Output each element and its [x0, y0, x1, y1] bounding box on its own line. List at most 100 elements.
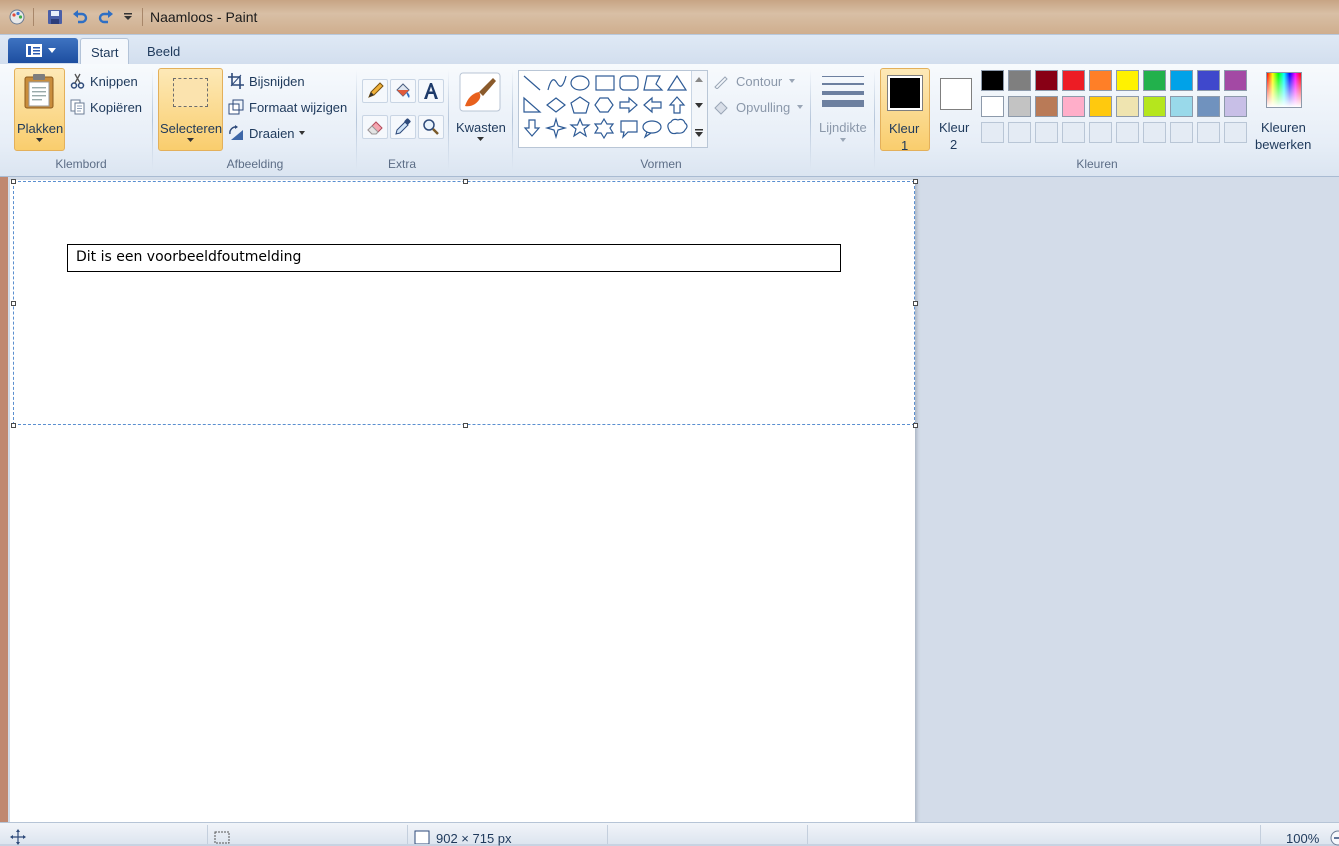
color2-button[interactable]: Kleur 2	[932, 68, 978, 152]
rotate-icon[interactable]	[228, 125, 244, 141]
resize-button[interactable]: Formaat wijzigen	[249, 100, 347, 115]
fill-tool[interactable]	[390, 79, 416, 103]
line-width-button[interactable]: Lijndikte	[816, 68, 870, 149]
palette-custom-slot[interactable]	[1197, 122, 1220, 143]
status-separator	[1260, 825, 1261, 844]
palette-color-swatch[interactable]	[1008, 70, 1031, 91]
palette-custom-slot[interactable]	[1143, 122, 1166, 143]
copy-button[interactable]: Kopiëren	[90, 100, 142, 115]
save-icon[interactable]	[46, 8, 64, 26]
scroll-down-icon[interactable]	[695, 103, 703, 108]
tab-start[interactable]: Start	[80, 38, 130, 66]
paint-app-icon[interactable]	[8, 8, 26, 26]
outline-icon[interactable]	[713, 73, 729, 89]
crop-icon[interactable]	[228, 73, 244, 89]
group-label-extra: Extra	[387, 157, 416, 171]
dropdown-arrow-icon	[840, 138, 846, 142]
outline-button[interactable]: Contour	[736, 74, 782, 89]
fill-button[interactable]: Opvulling	[736, 100, 790, 115]
palette-color-swatch[interactable]	[1197, 96, 1220, 117]
magnifier-tool[interactable]	[418, 115, 444, 139]
cloud-callout-shape-icon	[667, 118, 688, 135]
palette-custom-slot[interactable]	[1035, 122, 1058, 143]
palette-custom-slot[interactable]	[1062, 122, 1085, 143]
color1-swatch	[890, 78, 920, 108]
selection-handle-bottom[interactable]	[463, 423, 468, 428]
oval-callout-shape-icon	[642, 120, 662, 139]
palette-color-swatch[interactable]	[1035, 70, 1058, 91]
rotate-dropdown-icon[interactable]	[299, 131, 305, 135]
zoom-out-icon[interactable]	[1330, 830, 1339, 846]
palette-color-swatch[interactable]	[1224, 96, 1247, 117]
tab-beeld[interactable]: Beeld	[137, 38, 190, 65]
resize-icon[interactable]	[228, 99, 244, 115]
palette-color-swatch[interactable]	[1062, 70, 1085, 91]
menu-icon	[26, 44, 56, 57]
rectangle-shape-icon	[595, 75, 615, 91]
selection-handle-left[interactable]	[11, 301, 16, 306]
selection-handle-top-left[interactable]	[11, 179, 16, 184]
color-picker-tool[interactable]	[390, 115, 416, 139]
palette-color-swatch[interactable]	[1035, 96, 1058, 117]
selection-handle-bottom-right[interactable]	[913, 423, 918, 428]
redo-icon[interactable]	[97, 8, 115, 26]
palette-color-swatch[interactable]	[1143, 96, 1166, 117]
copy-icon[interactable]	[70, 99, 86, 115]
palette-color-swatch[interactable]	[1089, 96, 1112, 117]
group-separator	[810, 70, 811, 170]
undo-icon[interactable]	[71, 8, 89, 26]
outline-dropdown-icon[interactable]	[789, 79, 795, 83]
customize-toolbar-icon[interactable]	[123, 12, 133, 22]
selection-rectangle[interactable]	[13, 181, 915, 425]
edit-colors-label-line1: Kleuren	[1261, 120, 1306, 135]
palette-color-swatch[interactable]	[1089, 70, 1112, 91]
group-label-afbeelding: Afbeelding	[226, 157, 284, 171]
palette-color-swatch[interactable]	[1062, 96, 1085, 117]
eraser-tool[interactable]	[362, 115, 388, 139]
rotate-button[interactable]: Draaien	[249, 126, 295, 141]
cut-button[interactable]: Knippen	[90, 74, 138, 89]
down-arrow-shape-icon	[523, 119, 541, 137]
select-button[interactable]: Selecteren	[158, 68, 223, 151]
palette-color-swatch[interactable]	[1008, 96, 1031, 117]
selection-handle-top-right[interactable]	[913, 179, 918, 184]
scissors-icon[interactable]	[70, 73, 86, 89]
five-point-star-shape-icon	[569, 117, 591, 138]
palette-custom-slot[interactable]	[1224, 122, 1247, 143]
palette-color-swatch[interactable]	[1116, 70, 1139, 91]
palette-color-swatch[interactable]	[1116, 96, 1139, 117]
fill-icon[interactable]	[713, 99, 729, 115]
color1-button[interactable]: Kleur 1	[880, 68, 930, 153]
palette-custom-slot[interactable]	[1170, 122, 1193, 143]
edit-colors-label-line2: bewerken	[1255, 137, 1312, 152]
palette-color-swatch[interactable]	[1224, 70, 1247, 91]
palette-color-swatch[interactable]	[1170, 96, 1193, 117]
curve-shape-icon	[547, 75, 567, 91]
fill-dropdown-icon[interactable]	[797, 105, 803, 109]
palette-custom-slot[interactable]	[1116, 122, 1139, 143]
paste-button[interactable]: Plakken	[14, 68, 65, 151]
selection-handle-top[interactable]	[463, 179, 468, 184]
palette-color-swatch[interactable]	[981, 96, 1004, 117]
scroll-up-icon[interactable]	[695, 77, 703, 82]
palette-color-swatch[interactable]	[1197, 70, 1220, 91]
palette-color-swatch[interactable]	[1170, 70, 1193, 91]
brush-icon	[459, 72, 501, 112]
paint-menu-button[interactable]	[8, 38, 78, 63]
palette-custom-slot[interactable]	[981, 122, 1004, 143]
text-tool[interactable]	[418, 79, 444, 103]
expand-gallery-icon[interactable]	[695, 129, 703, 137]
palette-color-swatch[interactable]	[1143, 70, 1166, 91]
shapes-scroll	[691, 71, 707, 147]
selection-handle-bottom-left[interactable]	[11, 423, 16, 428]
palette-color-swatch[interactable]	[981, 70, 1004, 91]
crop-button[interactable]: Bijsnijden	[249, 74, 305, 89]
palette-custom-slot[interactable]	[1089, 122, 1112, 143]
selection-handle-right[interactable]	[913, 301, 918, 306]
color2-swatch	[943, 81, 969, 107]
palette-custom-slot[interactable]	[1008, 122, 1031, 143]
pencil-tool[interactable]	[362, 79, 388, 103]
brushes-button[interactable]: Kwasten	[452, 68, 508, 149]
left-arrow-shape-icon	[643, 96, 662, 114]
edit-colors-button[interactable]: Kleuren bewerken	[1255, 68, 1312, 152]
